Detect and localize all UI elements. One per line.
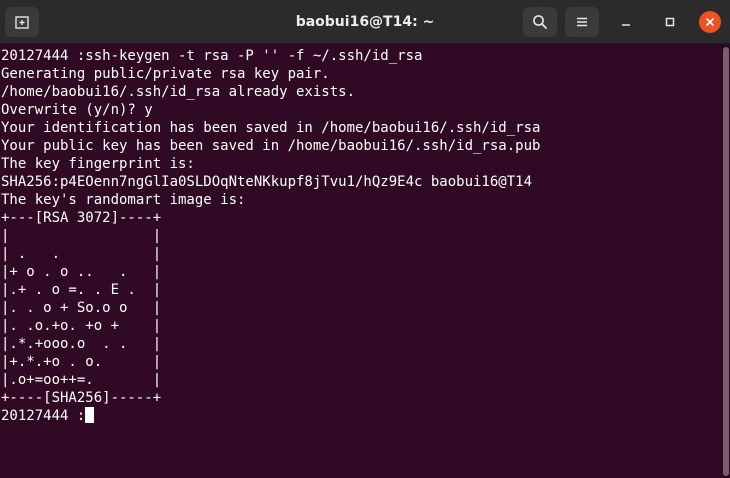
- minimize-icon: [622, 24, 630, 26]
- title-bar: baobui16@T14: ~: [0, 0, 730, 44]
- maximize-icon: [665, 17, 675, 27]
- terminal-line: Overwrite (y/n)? y: [1, 102, 153, 118]
- prompt: 20127444 :: [1, 408, 86, 424]
- terminal-line: The key's randomart image is:: [1, 192, 246, 208]
- new-tab-button[interactable]: [5, 7, 39, 37]
- minimize-button[interactable]: [616, 12, 636, 32]
- randomart-line: +----[SHA256]-----+: [1, 390, 162, 406]
- new-tab-icon: [15, 16, 29, 29]
- menu-button[interactable]: [565, 7, 599, 37]
- terminal-line: /home/baobui16/.ssh/id_rsa already exist…: [1, 84, 356, 100]
- scrollbar[interactable]: [722, 45, 730, 478]
- randomart-line: +---[RSA 3072]----+: [1, 210, 162, 226]
- terminal-area[interactable]: 20127444 :ssh-keygen -t rsa -P '' -f ~/.…: [0, 45, 722, 478]
- randomart-line: |. . o + So.o o |: [1, 300, 162, 316]
- randomart-line: |+ o . o .. . |: [1, 264, 162, 280]
- randomart-line: | . . |: [1, 246, 162, 262]
- hamburger-menu-icon: [577, 17, 587, 27]
- terminal-line: The key fingerprint is:: [1, 156, 195, 172]
- search-icon: [533, 15, 547, 29]
- text-cursor: [85, 407, 95, 423]
- randomart-line: |. .o.+o. +o + |: [1, 318, 162, 334]
- randomart-line: |.*.+ooo.o . . |: [1, 336, 162, 352]
- terminal-line: Your identification has been saved in /h…: [1, 120, 541, 136]
- terminal-line: Your public key has been saved in /home/…: [1, 138, 541, 154]
- randomart-line: |.o+=oo++=. |: [1, 372, 162, 388]
- maximize-button[interactable]: [660, 12, 680, 32]
- randomart-line: |+.*.+o . o. |: [1, 354, 162, 370]
- randomart-line: | |: [1, 228, 162, 244]
- search-button[interactable]: [523, 7, 557, 37]
- terminal-line: 20127444 :ssh-keygen -t rsa -P '' -f ~/.…: [1, 48, 423, 64]
- randomart-line: |.+ . o =. . E . |: [1, 282, 162, 298]
- terminal-line: SHA256:p4EOenn7ngGlIa0SLDOqNteNKkupf8jTv…: [1, 174, 533, 190]
- close-icon: [706, 18, 714, 26]
- terminal-line: Generating public/private rsa key pair.: [1, 66, 330, 82]
- terminal-output: 20127444 :ssh-keygen -t rsa -P '' -f ~/.…: [0, 45, 722, 425]
- close-button[interactable]: [699, 11, 721, 33]
- scrollbar-thumb[interactable]: [723, 47, 729, 476]
